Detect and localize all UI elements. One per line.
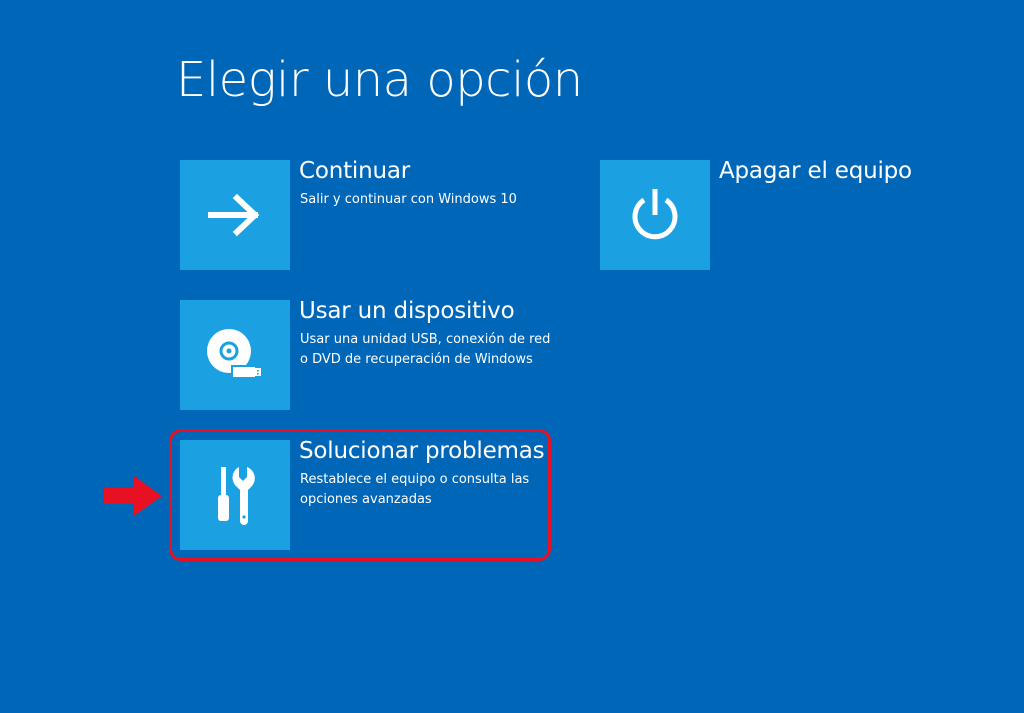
option-use-device-description: Usar una unidad USB, conexión de red o D… [300, 332, 551, 367]
option-continue-title: Continuar [299, 158, 411, 184]
option-continue-description: Salir y continuar con Windows 10 [300, 192, 517, 207]
option-troubleshoot[interactable]: Solucionar problemas Restablece el equip… [180, 438, 550, 550]
option-continue-tile[interactable] [180, 160, 290, 270]
option-shutdown-tile[interactable] [600, 160, 710, 270]
option-continue[interactable]: Continuar Salir y continuar con Windows … [180, 158, 550, 270]
red-arrow-icon [104, 476, 162, 516]
option-troubleshoot-title: Solucionar problemas [299, 438, 545, 464]
option-use-device[interactable]: Usar un dispositivo Usar una unidad USB,… [180, 298, 550, 410]
option-shutdown[interactable]: Apagar el equipo [600, 158, 930, 270]
option-use-device-title: Usar un dispositivo [299, 298, 515, 324]
tools-icon [218, 467, 255, 525]
page-title: Elegir una opción [176, 52, 583, 108]
option-use-device-tile[interactable] [180, 300, 290, 410]
option-troubleshoot-description: Restablece el equipo o consulta las opci… [300, 472, 530, 507]
disc-usb-icon [207, 329, 261, 379]
option-shutdown-title: Apagar el equipo [719, 158, 912, 184]
arrow-right-icon [208, 193, 260, 237]
power-icon [632, 189, 678, 240]
option-troubleshoot-tile[interactable] [180, 440, 290, 550]
